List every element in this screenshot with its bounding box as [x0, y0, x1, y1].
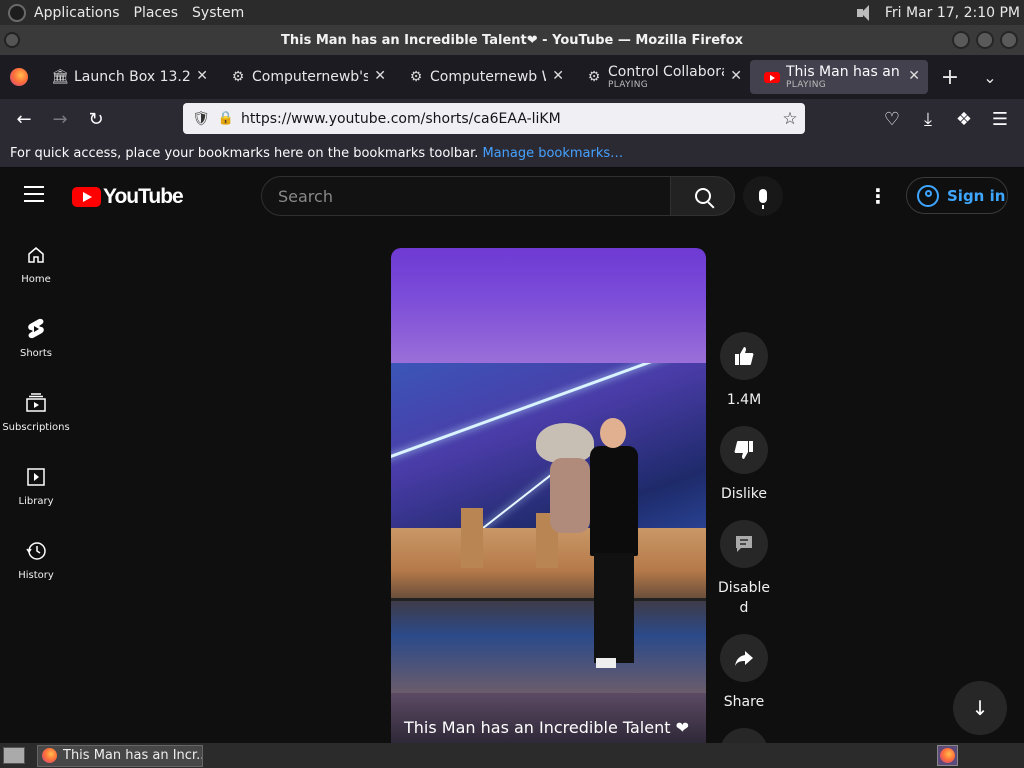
more-actions-button[interactable]: ···: [718, 728, 770, 743]
vm-icon: ⚙: [587, 69, 601, 85]
places-menu[interactable]: Places: [134, 5, 179, 21]
tab-playing-label: PLAYING: [786, 80, 827, 90]
menu-icon[interactable]: ☰: [982, 103, 1018, 135]
bookmark-star-icon[interactable]: ☆: [775, 109, 805, 129]
video-title[interactable]: This Man has an Incredible Talent ❤: [404, 718, 689, 737]
guide-menu-icon[interactable]: [24, 186, 48, 206]
close-window-button[interactable]: [1000, 31, 1018, 49]
distro-logo-icon[interactable]: [8, 3, 26, 22]
account-icon: [917, 184, 939, 207]
youtube-play-icon: [72, 187, 101, 207]
share-button[interactable]: Share: [718, 634, 770, 712]
close-tab-icon[interactable]: ✕: [196, 68, 208, 84]
firefox-icon: [10, 68, 28, 86]
subscriptions-icon: [25, 392, 47, 414]
manage-bookmarks-link[interactable]: Manage bookmarks…: [482, 146, 623, 161]
window-menu-button[interactable]: [4, 32, 20, 48]
extensions-icon[interactable]: ❖: [946, 103, 982, 135]
sidebar-item-subscriptions[interactable]: Subscriptions: [0, 372, 72, 446]
youtube-header: YouTube Search ⋮ Sign in: [0, 168, 1024, 224]
bookmarks-toolbar: For quick access, place your bookmarks h…: [0, 139, 1024, 168]
forward-button[interactable]: →: [42, 103, 78, 135]
url-bar[interactable]: 🛡 🔒 https://www.youtube.com/shorts/ca6EA…: [183, 103, 805, 134]
youtube-logo[interactable]: YouTube: [72, 185, 184, 209]
tab-youtube-active[interactable]: This Man has an Incr PLAYING ✕: [750, 60, 928, 94]
thumbs-down-icon: [720, 426, 768, 474]
lock-icon[interactable]: 🔒: [215, 111, 237, 126]
shorts-icon: [25, 318, 47, 340]
search-icon: [694, 188, 711, 204]
sidebar-item-history[interactable]: History: [0, 520, 72, 594]
close-tab-icon[interactable]: ✕: [908, 68, 920, 84]
new-tab-button[interactable]: +: [932, 65, 968, 90]
mini-guide-sidebar: Home Shorts Subscriptions Library Histor…: [0, 224, 72, 594]
firefox-icon: [940, 748, 955, 763]
comment-icon: [720, 520, 768, 568]
applications-menu[interactable]: Applications: [34, 5, 120, 21]
tab-strip: 🏛 Launch Box 13.2 Setu ✕ ⚙ Computernewb'…: [0, 55, 1024, 99]
sidebar-item-shorts[interactable]: Shorts: [0, 298, 72, 372]
settings-kebab-icon[interactable]: ⋮: [866, 186, 890, 206]
like-button[interactable]: 1.4M: [718, 332, 770, 410]
taskbar-window-button[interactable]: This Man has an Incr...: [37, 744, 203, 767]
minimize-button[interactable]: [952, 31, 970, 49]
sidebar-item-library[interactable]: Library: [0, 446, 72, 520]
voice-search-button[interactable]: [743, 176, 783, 216]
thumbs-up-icon: [720, 332, 768, 380]
library-icon: [25, 466, 47, 488]
bank-icon: 🏛: [51, 69, 69, 85]
comments-button[interactable]: Disabled: [718, 520, 770, 618]
share-icon: [720, 634, 768, 682]
vm-icon: ⚙: [231, 69, 245, 85]
volume-icon[interactable]: [855, 4, 875, 22]
youtube-page: YouTube Search ⋮ Sign in Home Shorts Sub…: [0, 168, 1024, 743]
window-titlebar: This Man has an Incredible Talent❤ - You…: [0, 25, 1024, 55]
search-bar: Search: [261, 176, 735, 216]
workspace-firefox-thumbnail[interactable]: [937, 745, 958, 766]
bookmarks-message: For quick access, place your bookmarks h…: [10, 145, 479, 161]
video-frame: [391, 363, 706, 693]
back-button[interactable]: ←: [6, 103, 42, 135]
close-tab-icon[interactable]: ✕: [374, 68, 386, 84]
navigation-bar: ← → ↻ 🛡 🔒 https://www.youtube.com/shorts…: [0, 99, 1024, 139]
tab-playing-label: PLAYING: [608, 80, 649, 90]
url-text[interactable]: https://www.youtube.com/shorts/ca6EAA-li…: [241, 111, 775, 127]
show-desktop-button[interactable]: [3, 747, 25, 764]
arrow-down-icon: ↓: [971, 696, 989, 720]
more-horizontal-icon: ···: [720, 728, 768, 743]
close-tab-icon[interactable]: ✕: [730, 68, 742, 84]
history-icon: [25, 540, 47, 562]
sign-in-button[interactable]: Sign in: [906, 177, 1008, 214]
firefox-view-button[interactable]: [0, 55, 38, 99]
shorts-video-player[interactable]: This Man has an Incredible Talent ❤: [391, 248, 706, 743]
reload-button[interactable]: ↻: [78, 103, 114, 135]
microphone-icon: [759, 189, 767, 209]
home-icon: [25, 244, 47, 266]
firefox-icon: [42, 748, 57, 763]
shorts-action-bar: 1.4M Dislike Disabled Share ···: [718, 332, 770, 743]
dislike-button[interactable]: Dislike: [718, 426, 770, 504]
search-button[interactable]: [671, 176, 735, 216]
tab-launchbox[interactable]: 🏛 Launch Box 13.2 Setu ✕: [38, 60, 216, 94]
pocket-icon[interactable]: ♡: [874, 103, 910, 135]
shield-icon[interactable]: 🛡: [187, 111, 215, 127]
tab-control-collaborative[interactable]: ⚙ Control Collaborativ PLAYING ✕: [572, 60, 750, 94]
gnome-bottom-panel: This Man has an Incr...: [0, 743, 1024, 768]
clock[interactable]: Fri Mar 17, 2:10 PM: [885, 5, 1020, 21]
tab-computernewb-wiki[interactable]: ⚙ Computernewb Wiki ✕: [394, 60, 572, 94]
close-tab-icon[interactable]: ✕: [552, 68, 564, 84]
vm-icon: ⚙: [409, 69, 423, 85]
youtube-icon: [764, 69, 780, 85]
tab-computernewb-int[interactable]: ⚙ Computernewb's Int ✕: [216, 60, 394, 94]
next-video-button[interactable]: ↓: [953, 681, 1007, 735]
maximize-button[interactable]: [976, 31, 994, 49]
gnome-top-panel: Applications Places System Fri Mar 17, 2…: [0, 0, 1024, 25]
search-input[interactable]: Search: [261, 176, 671, 216]
window-title: This Man has an Incredible Talent❤ - You…: [280, 32, 744, 48]
system-menu[interactable]: System: [192, 5, 244, 21]
downloads-icon[interactable]: ⤓: [910, 103, 946, 135]
sidebar-item-home[interactable]: Home: [0, 224, 72, 298]
chevron-down-icon[interactable]: ⌄: [972, 68, 1008, 87]
